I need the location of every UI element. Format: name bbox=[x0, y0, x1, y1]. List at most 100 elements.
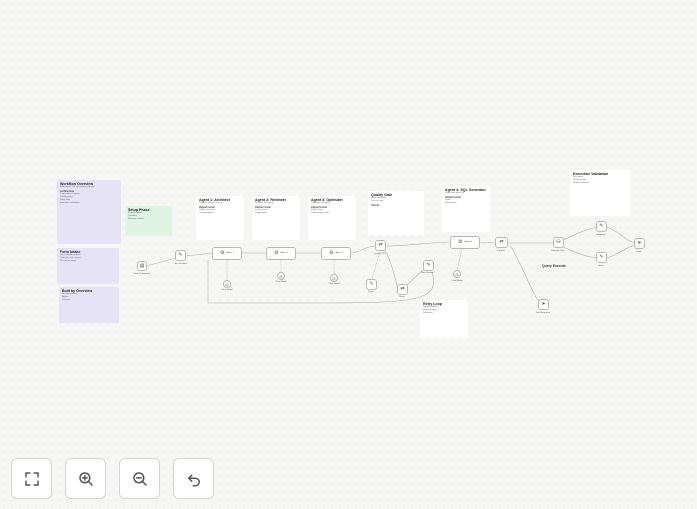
node-label: Quality OK? bbox=[374, 253, 386, 255]
node-agent-4[interactable]: ⚙ Agent 4 bbox=[450, 236, 480, 249]
note-line: Generates final SQL bbox=[445, 192, 465, 195]
edge-agent4-format bbox=[477, 241, 496, 244]
send-icon: ➤ bbox=[541, 301, 546, 307]
note-line: Contact bbox=[62, 299, 70, 301]
note-line: Passed to setup bbox=[60, 260, 76, 262]
note-line: Execution validation bbox=[60, 201, 80, 204]
note-line: Feedback bbox=[423, 312, 433, 314]
node-label: Format bbox=[497, 250, 505, 252]
node-respond-ok[interactable]: ✎ bbox=[596, 221, 607, 232]
node-form-submission[interactable]: ▤ bbox=[137, 261, 147, 271]
node-label: Chat Model bbox=[451, 280, 463, 282]
note-agent2[interactable]: Agent 2: Reviewer Reviews the design Out… bbox=[252, 196, 300, 240]
database-icon: ⛁ bbox=[556, 239, 561, 245]
note-form-intake[interactable]: Form Intake User submits request Questio… bbox=[57, 248, 119, 284]
note-line: Return response bbox=[573, 182, 590, 184]
node-label: Execute SQL bbox=[551, 250, 565, 252]
edge-model4 bbox=[456, 248, 463, 271]
note-line: Explanation bbox=[445, 202, 457, 204]
note-heading: Checks bbox=[371, 204, 380, 207]
pencil-icon: ✎ bbox=[178, 252, 183, 258]
robot-icon: ⚙ bbox=[457, 239, 463, 245]
edge-format-fail bbox=[509, 244, 541, 304]
model-icon[interactable]: ◎ bbox=[330, 274, 338, 282]
node-quality-if[interactable]: ⇄ bbox=[375, 240, 386, 251]
note-execution-validation[interactable]: Execution Validation Run query Check res… bbox=[570, 170, 630, 216]
fit-view-button[interactable] bbox=[11, 458, 52, 499]
undo-button[interactable] bbox=[173, 458, 214, 499]
robot-icon: ⚙ bbox=[273, 250, 279, 256]
node-label: Respond bbox=[596, 234, 606, 236]
pencil-icon: ✎ bbox=[426, 262, 431, 268]
query-execute-label: Query Execute bbox=[542, 264, 566, 268]
node-inline-label: Agent 1 bbox=[226, 252, 235, 255]
node-max-retry[interactable]: ✎ bbox=[423, 260, 434, 271]
node-fail-response[interactable]: ➤ bbox=[538, 299, 549, 310]
pencil-icon: ✎ bbox=[369, 281, 374, 287]
node-final[interactable]: ➤ bbox=[634, 238, 645, 249]
note-agent4[interactable]: Agent 4: SQL Generator Generates final S… bbox=[442, 186, 490, 232]
branch-icon: ⇄ bbox=[378, 242, 383, 248]
robot-icon: ⚙ bbox=[328, 250, 334, 256]
node-label: Chat Model bbox=[275, 281, 287, 283]
node-label: Error bbox=[598, 265, 604, 267]
note-built-by[interactable]: Built by Overview Documentation Author C… bbox=[59, 287, 119, 323]
branch-icon: ⇄ bbox=[499, 239, 504, 245]
undo-icon bbox=[187, 474, 200, 486]
edge-setvars-agent1 bbox=[185, 252, 214, 257]
node-score-code[interactable]: ✎ bbox=[366, 279, 377, 290]
note-line: Multi-agent SQL generation pipeline bbox=[60, 186, 95, 189]
edge-if-agent4 bbox=[384, 241, 453, 247]
edge-agent3-if bbox=[349, 245, 377, 254]
fit-view-icon bbox=[24, 471, 39, 486]
node-inline-label: Agent 4 bbox=[464, 241, 473, 244]
node-label: Score bbox=[368, 291, 374, 293]
node-label: Max Retries? bbox=[421, 272, 435, 274]
note-retry-loop[interactable]: Retry Loop Handles failures Max attempts… bbox=[420, 300, 468, 338]
note-agent3[interactable]: Agent 3: Optimizer Optimizes the plan Ou… bbox=[308, 196, 356, 240]
node-label: Done bbox=[636, 251, 642, 253]
node-label: Chat Model bbox=[328, 283, 340, 285]
note-setup-phase[interactable]: Setup Phase Prepare inputs Variables Sch… bbox=[125, 206, 172, 236]
node-set-variables[interactable]: ✎ bbox=[175, 250, 186, 261]
form-icon: ▤ bbox=[139, 262, 145, 269]
note-line: Pass or retry bbox=[371, 200, 384, 203]
node-agent-2[interactable]: ⚙ Agent 2 bbox=[266, 247, 296, 260]
node-label: Set Variables bbox=[174, 263, 188, 265]
workflow-canvas[interactable]: Workflow Overview Multi-agent SQL genera… bbox=[0, 0, 697, 509]
note-workflow-overview[interactable]: Workflow Overview Multi-agent SQL genera… bbox=[57, 180, 121, 244]
node-retry-set[interactable]: ⇄ bbox=[397, 284, 408, 295]
node-respond-error[interactable]: ✎ bbox=[596, 252, 607, 263]
model-icon[interactable]: ◎ bbox=[277, 272, 285, 280]
branch-icon: ⇄ bbox=[400, 286, 405, 292]
note-line: Designs query structure bbox=[199, 202, 223, 205]
node-label: Form Submission bbox=[133, 273, 151, 275]
note-line: Optimizes the plan bbox=[311, 202, 330, 205]
note-quality-gate[interactable]: Quality Gate Score threshold Pass or ret… bbox=[368, 191, 424, 235]
zoom-out-button[interactable] bbox=[119, 458, 160, 499]
note-line: Suggestions bbox=[255, 212, 268, 214]
note-line: Considerations bbox=[199, 212, 214, 214]
node-inline-label: Agent 3 bbox=[335, 252, 344, 255]
note-agent1[interactable]: Agent 1: Architect Designs query structu… bbox=[196, 196, 244, 240]
robot-icon: ⚙ bbox=[219, 250, 225, 256]
node-inline-label: Agent 2 bbox=[280, 252, 289, 255]
note-line: Schema context bbox=[128, 218, 144, 220]
model-icon[interactable]: ◎ bbox=[223, 280, 231, 288]
node-agent-1[interactable]: ⚙ Agent 1 bbox=[212, 247, 242, 260]
zoom-in-button[interactable] bbox=[65, 458, 106, 499]
pencil-icon: ✎ bbox=[599, 254, 604, 260]
zoom-out-icon bbox=[132, 471, 147, 486]
note-line: Performance notes bbox=[311, 212, 330, 214]
pencil-icon: ✎ bbox=[599, 223, 604, 229]
node-label: Chat Model bbox=[221, 289, 233, 291]
node-label: Fail Response bbox=[536, 312, 550, 314]
send-icon: ➤ bbox=[637, 240, 642, 246]
node-format[interactable]: ⇄ bbox=[495, 237, 508, 248]
model-icon[interactable]: ◎ bbox=[453, 270, 461, 278]
zoom-in-icon bbox=[78, 471, 93, 486]
node-label: Retry bbox=[399, 296, 405, 298]
node-execute-sql[interactable]: ⛁ bbox=[553, 237, 564, 248]
note-line: Reviews the design bbox=[255, 202, 274, 205]
node-agent-3[interactable]: ⚙ Agent 3 bbox=[321, 247, 351, 260]
